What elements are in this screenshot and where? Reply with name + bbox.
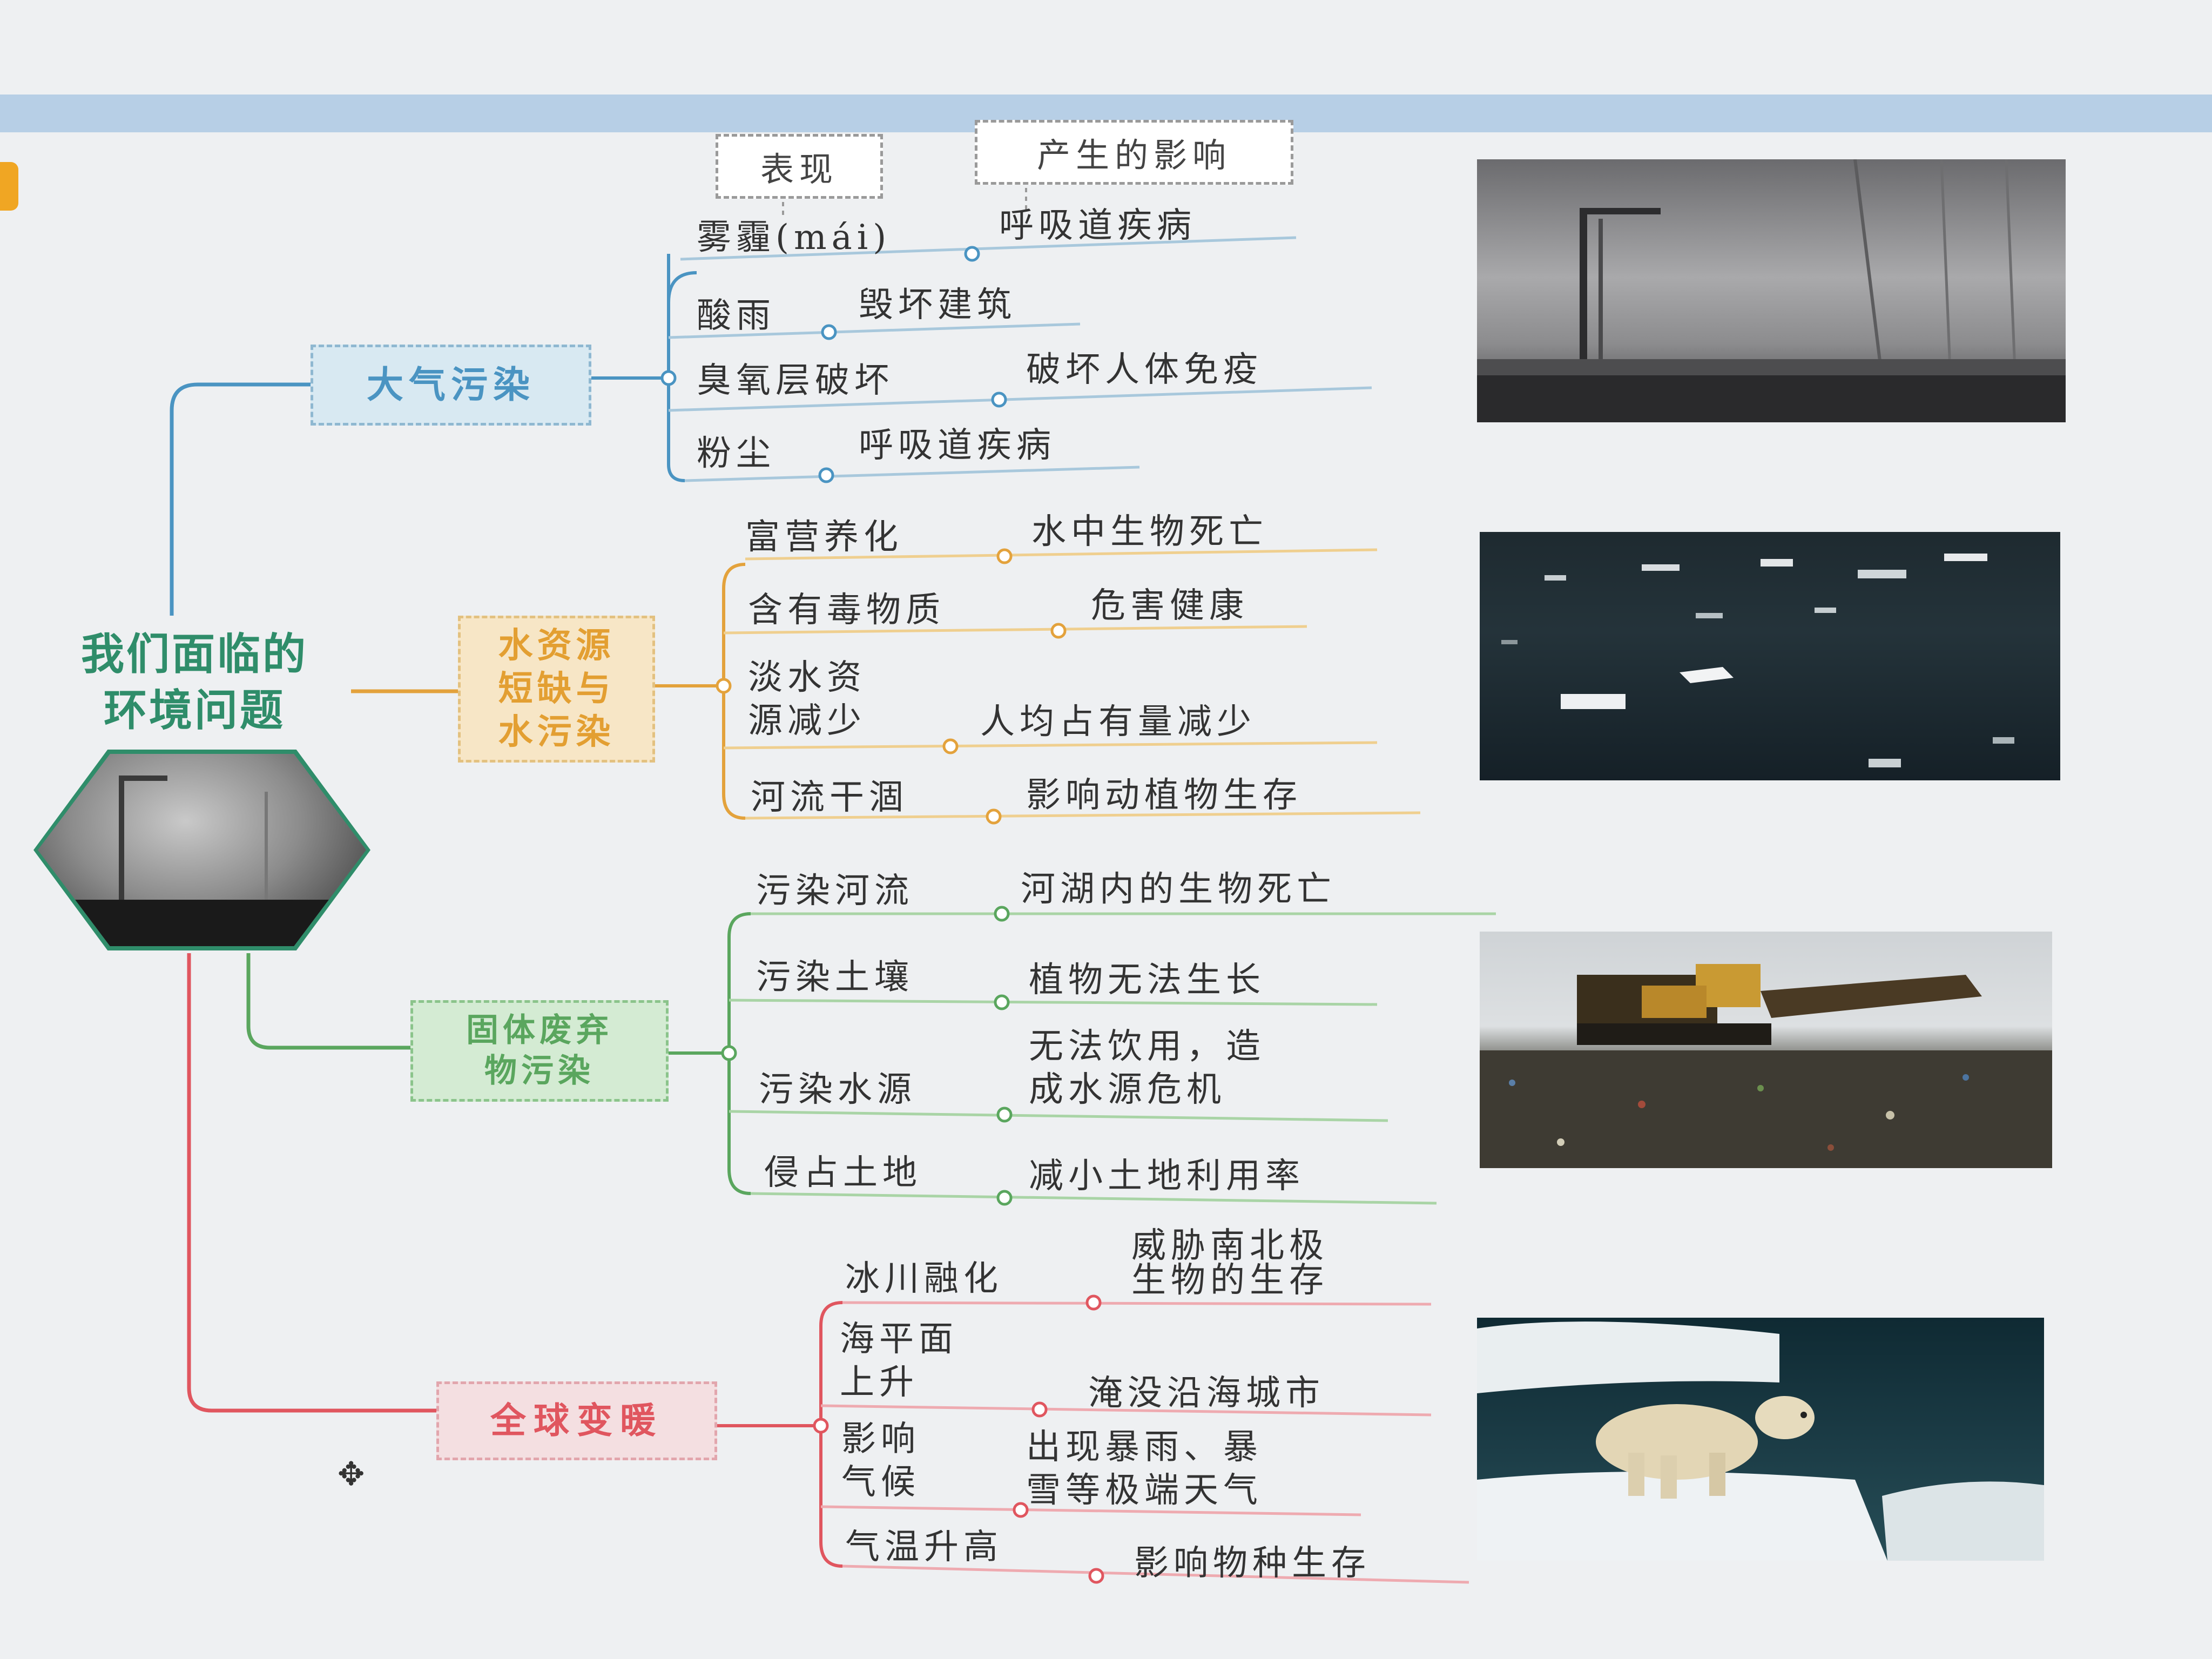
solid-cause-1: 污染河流 bbox=[756, 871, 914, 911]
screen: 表现 产生的影响 我们面临的 环境问题 大气污染 水资源 短缺与 水污染 固体废… bbox=[0, 0, 2212, 1659]
polar-bear-ice-photo bbox=[1477, 1318, 2044, 1561]
air-cause-3: 臭氧层破坏 bbox=[697, 361, 894, 401]
effect-line: 生物的生存 bbox=[1131, 1260, 1328, 1300]
solid-effect-3: 无法饮用，造 成水源危机 bbox=[1029, 1025, 1265, 1111]
solid-effect-2: 植物无法生长 bbox=[1029, 960, 1265, 1000]
cause-line: 气候 bbox=[841, 1462, 920, 1502]
air-effect-3: 破坏人体免疫 bbox=[1026, 350, 1263, 390]
water-effect-1: 水中生物死亡 bbox=[1031, 512, 1268, 552]
cause-line: 海平面 bbox=[840, 1319, 958, 1359]
central-topic-line-1: 我们面临的 bbox=[81, 629, 308, 679]
polar-bear-ice-drawing bbox=[1477, 1321, 2044, 1561]
solid-cause-4: 侵占土地 bbox=[764, 1153, 922, 1193]
move-cursor-icon: ✥ bbox=[338, 1455, 365, 1493]
branch-label-line: 短缺与 bbox=[498, 669, 615, 709]
landfill-bulldozer-photo bbox=[1480, 932, 2052, 1168]
water-effect-4: 影响动植物生存 bbox=[1026, 775, 1302, 815]
connector-global bbox=[187, 953, 436, 1413]
cause-line: 上升 bbox=[840, 1363, 919, 1402]
solid-effect-4: 减小土地利用率 bbox=[1029, 1156, 1305, 1196]
global-cause-1: 冰川融化 bbox=[845, 1259, 1003, 1299]
water-effect-2: 危害健康 bbox=[1091, 586, 1249, 626]
branch-water-shortage-pollution: 水资源 短缺与 水污染 bbox=[458, 616, 655, 763]
effect-line: 出现暴雨、暴 bbox=[1026, 1427, 1263, 1467]
branch-global-warming: 全球变暖 bbox=[436, 1381, 717, 1460]
global-effect-2: 淹没沿海城市 bbox=[1088, 1373, 1325, 1413]
water-cause-1: 富营养化 bbox=[745, 517, 903, 557]
branch-label-line: 水污染 bbox=[498, 712, 615, 752]
global-cause-3: 影响 气候 bbox=[841, 1418, 920, 1504]
polluted-water-drawing bbox=[1501, 554, 2014, 767]
connector-solid bbox=[246, 953, 410, 1050]
global-cause-2: 海平面 上升 bbox=[840, 1318, 958, 1404]
water-cause-3: 淡水资 源减少 bbox=[748, 656, 866, 743]
central-topic-line-2: 环境问题 bbox=[104, 685, 285, 736]
branch-label-line: 固体废弃 bbox=[466, 1011, 613, 1049]
branch-label-line: 物污染 bbox=[484, 1052, 595, 1090]
smog-bridge-drawing bbox=[1477, 159, 2066, 422]
solid-cause-2: 污染土壤 bbox=[756, 957, 914, 997]
header-manifestation: 表现 bbox=[716, 134, 883, 199]
effect-line: 雪等极端天气 bbox=[1026, 1471, 1263, 1510]
cause-line: 源减少 bbox=[748, 701, 866, 741]
water-cause-4: 河流干涸 bbox=[751, 778, 908, 818]
polluted-water-photo bbox=[1480, 532, 2060, 780]
effect-line: 无法饮用，造 bbox=[1029, 1027, 1265, 1067]
global-effect-3: 出现暴雨、暴 雪等极端天气 bbox=[1026, 1426, 1263, 1512]
branch-solid-waste-pollution: 固体废弃 物污染 bbox=[410, 1000, 669, 1102]
solid-cause-3: 污染水源 bbox=[759, 1070, 916, 1110]
header-impact: 产生的影响 bbox=[975, 120, 1293, 185]
air-cause-1: 雾霾(mái) bbox=[697, 218, 892, 258]
central-topic: 我们面临的 环境问题 bbox=[19, 626, 370, 739]
connector-air bbox=[170, 382, 311, 616]
solid-effect-1: 河湖内的生物死亡 bbox=[1021, 869, 1336, 909]
branch-air-pollution: 大气污染 bbox=[311, 345, 591, 426]
cause-line: 淡水资 bbox=[748, 658, 866, 698]
smog-bridge-photo bbox=[1477, 159, 2066, 422]
air-effect-2: 毁坏建筑 bbox=[859, 285, 1016, 325]
branch-label-line: 水资源 bbox=[498, 626, 615, 666]
water-cause-2: 含有毒物质 bbox=[748, 590, 945, 630]
air-cause-2: 酸雨 bbox=[697, 296, 775, 336]
water-effect-3: 人均占有量减少 bbox=[980, 702, 1256, 742]
air-effect-4: 呼吸道疾病 bbox=[859, 426, 1056, 466]
global-effect-4: 影响物种生存 bbox=[1134, 1543, 1371, 1583]
effect-line: 成水源危机 bbox=[1029, 1070, 1226, 1110]
air-effect-1: 呼吸道疾病 bbox=[999, 206, 1196, 246]
global-effect-1: 威胁南北极 生物的生存 bbox=[1131, 1229, 1328, 1298]
cause-line: 影响 bbox=[841, 1419, 920, 1459]
global-cause-4: 气温升高 bbox=[845, 1527, 1003, 1567]
landfill-bulldozer-drawing bbox=[1480, 964, 2052, 1168]
air-cause-4: 粉尘 bbox=[697, 434, 775, 474]
effect-line: 威胁南北极 bbox=[1131, 1226, 1328, 1266]
